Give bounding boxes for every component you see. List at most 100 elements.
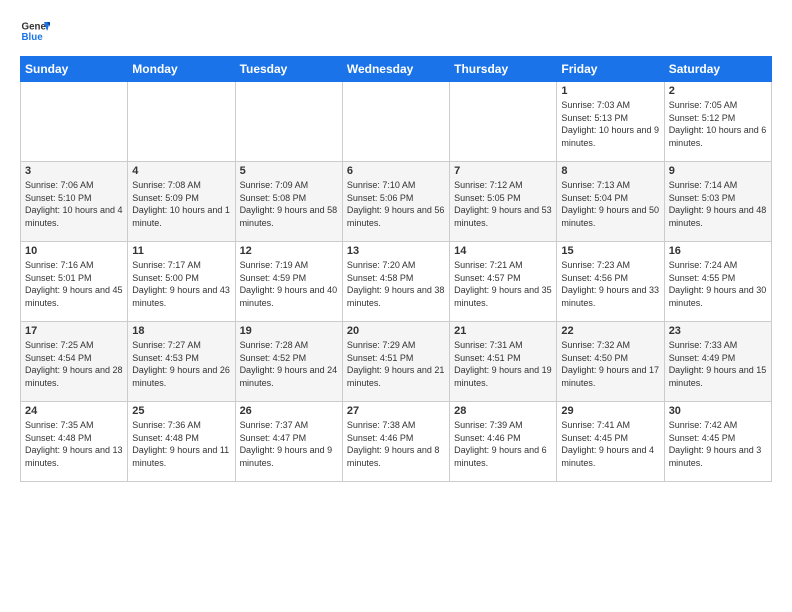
day-info: Sunrise: 7:10 AM Sunset: 5:06 PM Dayligh… xyxy=(347,179,445,229)
day-number: 11 xyxy=(132,245,230,257)
day-info: Sunrise: 7:19 AM Sunset: 4:59 PM Dayligh… xyxy=(240,259,338,309)
day-cell: 30 Sunrise: 7:42 AM Sunset: 4:45 PM Dayli… xyxy=(664,402,771,482)
day-number: 29 xyxy=(561,405,659,417)
day-number: 9 xyxy=(669,165,767,177)
day-number: 25 xyxy=(132,405,230,417)
day-cell: 9 Sunrise: 7:14 AM Sunset: 5:03 PM Daylig… xyxy=(664,162,771,242)
day-info: Sunrise: 7:29 AM Sunset: 4:51 PM Dayligh… xyxy=(347,339,445,389)
day-cell: 15 Sunrise: 7:23 AM Sunset: 4:56 PM Dayli… xyxy=(557,242,664,322)
day-number: 23 xyxy=(669,325,767,337)
day-info: Sunrise: 7:39 AM Sunset: 4:46 PM Dayligh… xyxy=(454,419,552,469)
week-row-2: 3 Sunrise: 7:06 AM Sunset: 5:10 PM Daylig… xyxy=(21,162,772,242)
day-number: 20 xyxy=(347,325,445,337)
weekday-header-thursday: Thursday xyxy=(450,57,557,82)
day-info: Sunrise: 7:32 AM Sunset: 4:50 PM Dayligh… xyxy=(561,339,659,389)
day-number: 1 xyxy=(561,85,659,97)
day-cell: 23 Sunrise: 7:33 AM Sunset: 4:49 PM Dayli… xyxy=(664,322,771,402)
day-cell: 18 Sunrise: 7:27 AM Sunset: 4:53 PM Dayli… xyxy=(128,322,235,402)
day-info: Sunrise: 7:21 AM Sunset: 4:57 PM Dayligh… xyxy=(454,259,552,309)
day-cell: 27 Sunrise: 7:38 AM Sunset: 4:46 PM Dayli… xyxy=(342,402,449,482)
weekday-header-sunday: Sunday xyxy=(21,57,128,82)
day-cell: 6 Sunrise: 7:10 AM Sunset: 5:06 PM Daylig… xyxy=(342,162,449,242)
weekday-header-tuesday: Tuesday xyxy=(235,57,342,82)
day-info: Sunrise: 7:03 AM Sunset: 5:13 PM Dayligh… xyxy=(561,99,659,149)
day-info: Sunrise: 7:28 AM Sunset: 4:52 PM Dayligh… xyxy=(240,339,338,389)
day-info: Sunrise: 7:37 AM Sunset: 4:47 PM Dayligh… xyxy=(240,419,338,469)
day-info: Sunrise: 7:35 AM Sunset: 4:48 PM Dayligh… xyxy=(25,419,123,469)
day-cell: 29 Sunrise: 7:41 AM Sunset: 4:45 PM Dayli… xyxy=(557,402,664,482)
day-cell: 22 Sunrise: 7:32 AM Sunset: 4:50 PM Dayli… xyxy=(557,322,664,402)
day-cell: 14 Sunrise: 7:21 AM Sunset: 4:57 PM Dayli… xyxy=(450,242,557,322)
day-cell: 13 Sunrise: 7:20 AM Sunset: 4:58 PM Dayli… xyxy=(342,242,449,322)
day-info: Sunrise: 7:08 AM Sunset: 5:09 PM Dayligh… xyxy=(132,179,230,229)
logo-icon: General Blue xyxy=(20,16,50,46)
day-number: 24 xyxy=(25,405,123,417)
day-cell: 1 Sunrise: 7:03 AM Sunset: 5:13 PM Daylig… xyxy=(557,82,664,162)
day-number: 13 xyxy=(347,245,445,257)
day-info: Sunrise: 7:38 AM Sunset: 4:46 PM Dayligh… xyxy=(347,419,445,469)
day-number: 21 xyxy=(454,325,552,337)
day-cell: 16Sunrise: 7:24 AM Sunset: 4:55 PM Dayli… xyxy=(664,242,771,322)
day-cell xyxy=(235,82,342,162)
day-info: Sunrise: 7:33 AM Sunset: 4:49 PM Dayligh… xyxy=(669,339,767,389)
day-number: 3 xyxy=(25,165,123,177)
weekday-header-row: SundayMondayTuesdayWednesdayThursdayFrid… xyxy=(21,57,772,82)
week-row-4: 17 Sunrise: 7:25 AM Sunset: 4:54 PM Dayli… xyxy=(21,322,772,402)
day-info: Sunrise: 7:14 AM Sunset: 5:03 PM Dayligh… xyxy=(669,179,767,229)
day-cell: 19 Sunrise: 7:28 AM Sunset: 4:52 PM Dayli… xyxy=(235,322,342,402)
day-info: Sunrise: 7:06 AM Sunset: 5:10 PM Dayligh… xyxy=(25,179,123,229)
day-info: Sunrise: 7:16 AM Sunset: 5:01 PM Dayligh… xyxy=(25,259,123,309)
weekday-header-wednesday: Wednesday xyxy=(342,57,449,82)
day-number: 26 xyxy=(240,405,338,417)
day-cell: 17 Sunrise: 7:25 AM Sunset: 4:54 PM Dayli… xyxy=(21,322,128,402)
day-number: 27 xyxy=(347,405,445,417)
weekday-header-saturday: Saturday xyxy=(664,57,771,82)
day-cell xyxy=(128,82,235,162)
calendar: SundayMondayTuesdayWednesdayThursdayFrid… xyxy=(20,56,772,482)
day-cell xyxy=(450,82,557,162)
day-cell: 21 Sunrise: 7:31 AM Sunset: 4:51 PM Dayli… xyxy=(450,322,557,402)
day-cell: 20 Sunrise: 7:29 AM Sunset: 4:51 PM Dayli… xyxy=(342,322,449,402)
day-info: Sunrise: 7:27 AM Sunset: 4:53 PM Dayligh… xyxy=(132,339,230,389)
day-info: Sunrise: 7:31 AM Sunset: 4:51 PM Dayligh… xyxy=(454,339,552,389)
week-row-1: 1 Sunrise: 7:03 AM Sunset: 5:13 PM Daylig… xyxy=(21,82,772,162)
day-number: 16 xyxy=(669,245,767,257)
day-cell: 26 Sunrise: 7:37 AM Sunset: 4:47 PM Dayli… xyxy=(235,402,342,482)
day-cell: 2Sunrise: 7:05 AM Sunset: 5:12 PM Daylig… xyxy=(664,82,771,162)
page: General Blue SundayMondayTuesdayWednesda… xyxy=(0,0,792,612)
day-number: 15 xyxy=(561,245,659,257)
day-number: 18 xyxy=(132,325,230,337)
day-cell: 11 Sunrise: 7:17 AM Sunset: 5:00 PM Dayli… xyxy=(128,242,235,322)
day-cell: 8Sunrise: 7:13 AM Sunset: 5:04 PM Daylig… xyxy=(557,162,664,242)
day-number: 30 xyxy=(669,405,767,417)
day-info: Sunrise: 7:20 AM Sunset: 4:58 PM Dayligh… xyxy=(347,259,445,309)
week-row-3: 10Sunrise: 7:16 AM Sunset: 5:01 PM Dayli… xyxy=(21,242,772,322)
weekday-header-monday: Monday xyxy=(128,57,235,82)
day-number: 19 xyxy=(240,325,338,337)
day-info: Sunrise: 7:41 AM Sunset: 4:45 PM Dayligh… xyxy=(561,419,659,469)
day-info: Sunrise: 7:13 AM Sunset: 5:04 PM Dayligh… xyxy=(561,179,659,229)
day-number: 14 xyxy=(454,245,552,257)
day-info: Sunrise: 7:12 AM Sunset: 5:05 PM Dayligh… xyxy=(454,179,552,229)
weekday-header-friday: Friday xyxy=(557,57,664,82)
svg-text:Blue: Blue xyxy=(22,32,44,43)
day-info: Sunrise: 7:25 AM Sunset: 4:54 PM Dayligh… xyxy=(25,339,123,389)
day-number: 22 xyxy=(561,325,659,337)
day-number: 7 xyxy=(454,165,552,177)
day-info: Sunrise: 7:23 AM Sunset: 4:56 PM Dayligh… xyxy=(561,259,659,309)
day-cell: 25Sunrise: 7:36 AM Sunset: 4:48 PM Dayli… xyxy=(128,402,235,482)
day-cell: 7 Sunrise: 7:12 AM Sunset: 5:05 PM Daylig… xyxy=(450,162,557,242)
day-number: 17 xyxy=(25,325,123,337)
day-info: Sunrise: 7:42 AM Sunset: 4:45 PM Dayligh… xyxy=(669,419,767,469)
day-number: 28 xyxy=(454,405,552,417)
day-info: Sunrise: 7:09 AM Sunset: 5:08 PM Dayligh… xyxy=(240,179,338,229)
day-cell xyxy=(21,82,128,162)
day-cell xyxy=(342,82,449,162)
day-cell: 28 Sunrise: 7:39 AM Sunset: 4:46 PM Dayli… xyxy=(450,402,557,482)
logo: General Blue xyxy=(20,16,50,46)
day-cell: 24 Sunrise: 7:35 AM Sunset: 4:48 PM Dayli… xyxy=(21,402,128,482)
day-number: 6 xyxy=(347,165,445,177)
day-info: Sunrise: 7:17 AM Sunset: 5:00 PM Dayligh… xyxy=(132,259,230,309)
day-number: 4 xyxy=(132,165,230,177)
day-number: 5 xyxy=(240,165,338,177)
